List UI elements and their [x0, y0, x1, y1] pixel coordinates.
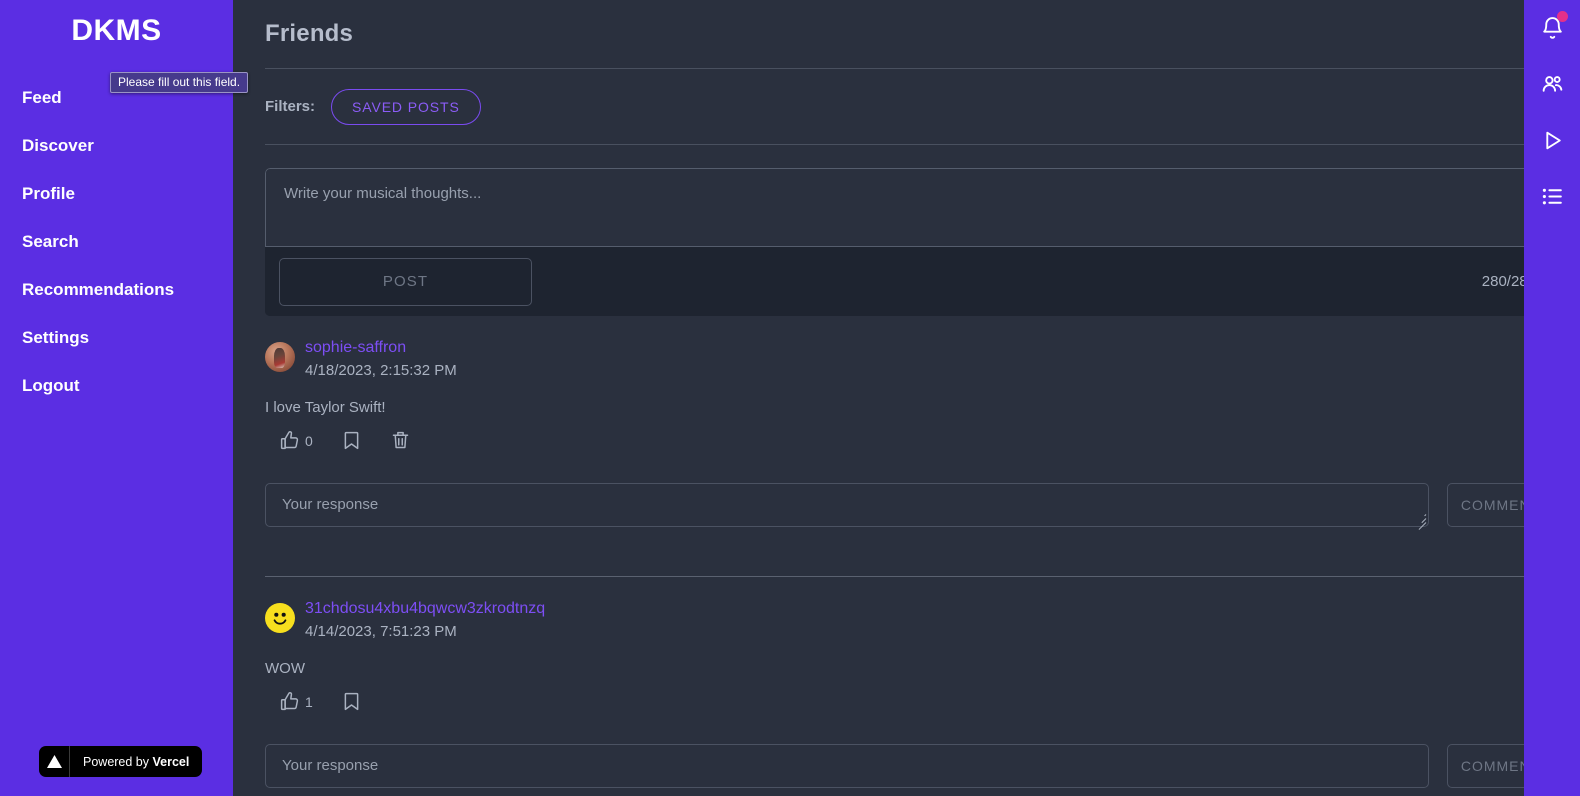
- app-root: DKMS Feed Discover Profile Search Recomm…: [0, 0, 1580, 796]
- composer-textarea[interactable]: [265, 168, 1554, 247]
- sidebar-item-logout[interactable]: Logout: [22, 362, 233, 410]
- sidebar-item-settings[interactable]: Settings: [22, 314, 233, 362]
- sidebar-item-profile[interactable]: Profile: [22, 170, 233, 218]
- page-title: Friends: [265, 20, 354, 47]
- comment-input[interactable]: [265, 483, 1429, 527]
- delete-post-button[interactable]: [390, 430, 411, 451]
- bookmark-button[interactable]: [341, 430, 362, 451]
- app-brand-logo: DKMS: [71, 14, 162, 47]
- sidebar-item-search[interactable]: Search: [22, 218, 233, 266]
- sidebar-item-discover[interactable]: Discover: [22, 122, 233, 170]
- post-author-username[interactable]: 31chdosu4xbu4bqwcw3zkrodtnzq: [305, 599, 545, 619]
- thumbs-up-icon: [280, 431, 299, 450]
- bookmark-button[interactable]: [341, 691, 362, 712]
- post-body-text: WOW: [265, 660, 305, 677]
- smiley-face-icon: [273, 612, 287, 625]
- comment-row: COMMENT: [265, 712, 1554, 793]
- friends-button[interactable]: [1535, 67, 1569, 101]
- user-avatar-smiley[interactable]: [265, 603, 295, 633]
- vercel-prefix: Powered by: [83, 754, 153, 769]
- filters-divider: [265, 144, 1554, 145]
- left-sidebar: DKMS Feed Discover Profile Search Recomm…: [0, 0, 233, 796]
- sidebar-item-recommendations[interactable]: Recommendations: [22, 266, 233, 314]
- vercel-triangle-icon: [39, 746, 70, 777]
- like-count: 0: [305, 432, 313, 449]
- composer-footer: POST 280/280: [265, 247, 1554, 316]
- post-timestamp: 4/14/2023, 7:51:23 PM: [305, 623, 457, 640]
- powered-by-vercel-badge[interactable]: Powered by Vercel: [39, 746, 203, 777]
- post-item: 31chdosu4xbu4bqwcw3zkrodtnzq 4/14/2023, …: [265, 577, 1554, 793]
- post-actions: 1: [265, 677, 1554, 712]
- right-rail: [1524, 0, 1580, 796]
- trash-icon: [392, 431, 409, 449]
- post-body-text: I love Taylor Swift!: [265, 399, 386, 416]
- list-icon: [1542, 188, 1562, 204]
- post-actions: 0: [265, 416, 1554, 451]
- main-content: Friends Filters: SAVED POSTS POST 280/28…: [233, 0, 1580, 796]
- like-button[interactable]: 0: [279, 430, 313, 451]
- vercel-brand: Vercel: [152, 754, 190, 769]
- comment-row: COMMENT: [265, 451, 1554, 532]
- play-icon: [1545, 131, 1561, 149]
- filter-chip-saved-posts[interactable]: SAVED POSTS: [331, 88, 481, 125]
- post-author-username[interactable]: sophie-saffron: [305, 338, 457, 358]
- post-item: sophie-saffron 4/18/2023, 2:15:32 PM I l…: [265, 316, 1554, 577]
- bookmark-icon: [344, 431, 359, 450]
- sidebar-nav: Feed Discover Profile Search Recommendat…: [0, 74, 233, 410]
- sidebar-item-feed[interactable]: Feed: [22, 74, 233, 122]
- notification-badge: [1557, 11, 1568, 22]
- post-header: sophie-saffron 4/18/2023, 2:15:32 PM: [265, 338, 1554, 381]
- post-meta: sophie-saffron 4/18/2023, 2:15:32 PM: [305, 338, 457, 381]
- post-header: 31chdosu4xbu4bqwcw3zkrodtnzq 4/14/2023, …: [265, 599, 1554, 642]
- filters-label: Filters:: [265, 98, 316, 115]
- bookmark-icon: [344, 692, 359, 711]
- comment-input[interactable]: [265, 744, 1429, 788]
- vercel-badge-label: Powered by Vercel: [70, 755, 202, 769]
- player-button[interactable]: [1535, 123, 1569, 157]
- notifications-button[interactable]: [1535, 11, 1569, 45]
- post-meta: 31chdosu4xbu4bqwcw3zkrodtnzq 4/14/2023, …: [305, 599, 545, 642]
- post-composer: POST 280/280: [265, 168, 1554, 316]
- filters-row: Filters: SAVED POSTS: [265, 69, 1554, 144]
- post-button[interactable]: POST: [279, 257, 532, 306]
- like-button[interactable]: 1: [279, 691, 313, 712]
- playlist-button[interactable]: [1535, 179, 1569, 213]
- post-timestamp: 4/18/2023, 2:15:32 PM: [305, 362, 457, 379]
- user-avatar-photo[interactable]: [265, 342, 295, 372]
- thumbs-up-icon: [280, 692, 299, 711]
- people-icon: [1542, 75, 1562, 92]
- like-count: 1: [305, 693, 313, 710]
